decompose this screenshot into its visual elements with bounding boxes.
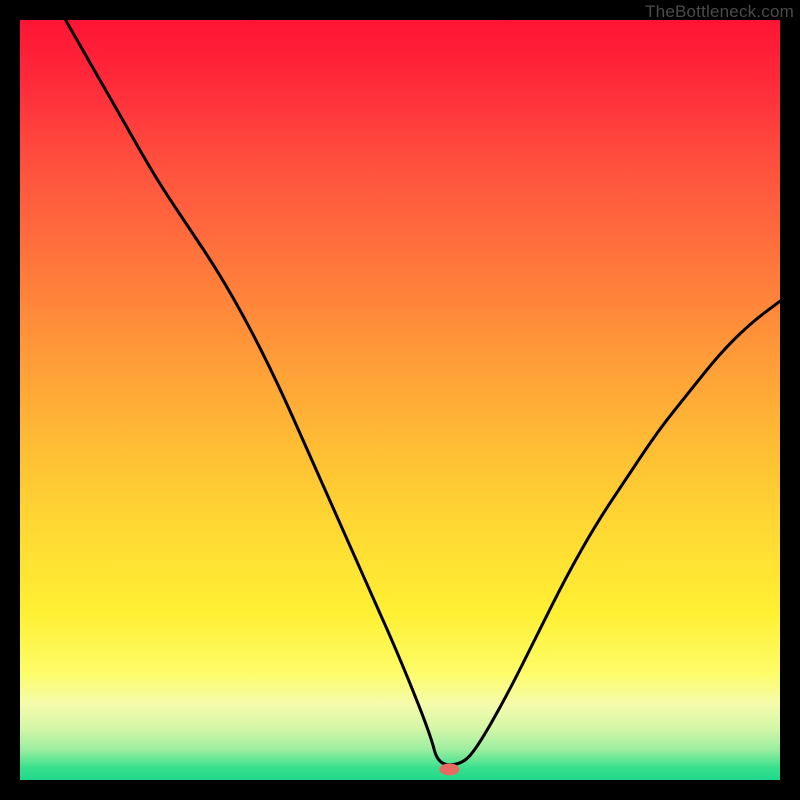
plot-area (20, 20, 780, 780)
attribution-text: TheBottleneck.com (645, 2, 794, 22)
optimal-point-marker (439, 763, 459, 775)
chart-frame: TheBottleneck.com (0, 0, 800, 800)
curve-layer (20, 20, 780, 780)
bottleneck-curve (66, 20, 780, 765)
